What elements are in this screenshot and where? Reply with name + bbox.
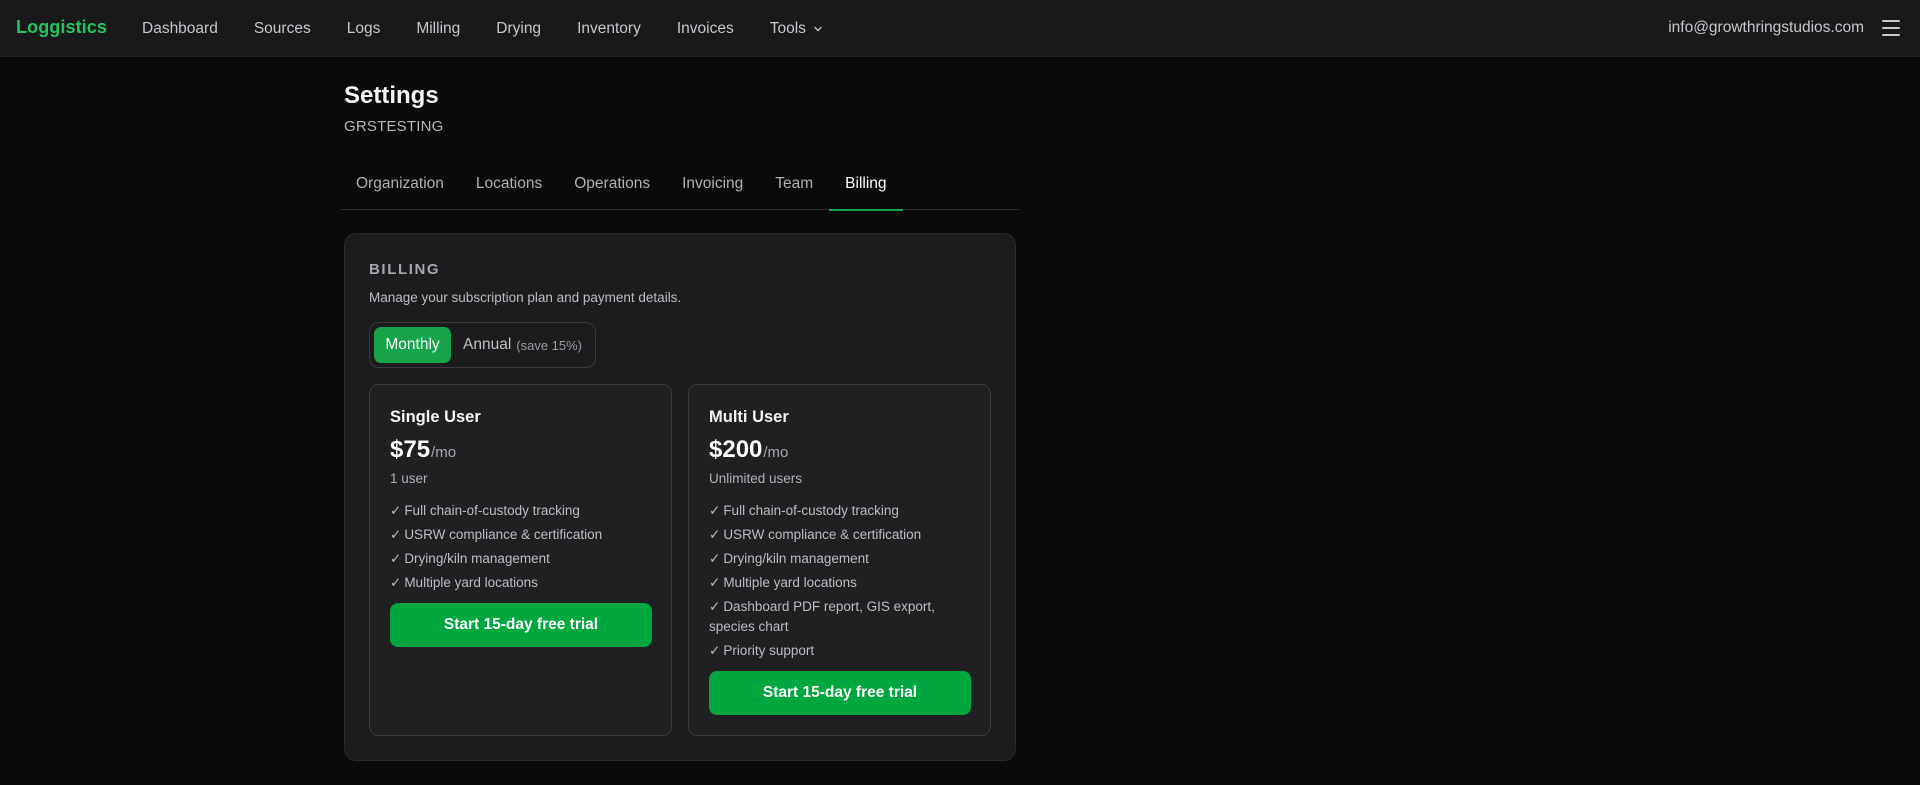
billing-description: Manage your subscription plan and paymen… — [369, 290, 682, 305]
feature-item: ✓ Drying/kiln management — [390, 551, 550, 566]
feature-item: ✓ Full chain-of-custody tracking — [709, 503, 899, 518]
feature-item: ✓ Priority support — [709, 643, 815, 658]
check-icon: ✓ — [709, 643, 721, 658]
nav-tools-label: Tools — [769, 19, 806, 37]
tab-locations[interactable]: Locations — [460, 162, 558, 210]
top-navbar: Loggistics Dashboard Sources Logs Millin… — [0, 0, 1920, 57]
start-trial-button-single-user[interactable]: Start 15-day free trial — [390, 603, 652, 647]
nav-dashboard[interactable]: Dashboard — [142, 20, 218, 38]
check-icon: ✓ — [709, 551, 721, 566]
billing-period-toggle: Monthly Annual (save 15%) — [369, 322, 596, 368]
feature-item: ✓ Multiple yard locations — [390, 575, 538, 590]
check-icon: ✓ — [709, 599, 721, 614]
plan-price: $200 /mo — [709, 436, 788, 464]
nav-inventory[interactable]: Inventory — [577, 20, 641, 38]
check-icon: ✓ — [709, 527, 721, 542]
hamburger-menu-icon[interactable] — [1882, 20, 1900, 36]
feature-item: ✓ Full chain-of-custody tracking — [390, 503, 580, 518]
organization-name: GRSTESTING — [344, 118, 444, 135]
price-period: /mo — [431, 444, 457, 461]
plan-card-single-user: Single User $75 /mo 1 user ✓ Full chain-o… — [369, 384, 672, 736]
check-icon: ✓ — [390, 527, 402, 542]
tab-billing[interactable]: Billing — [829, 162, 903, 211]
settings-tabs: Organization Locations Operations Invoic… — [340, 162, 1019, 211]
user-email[interactable]: info@growthringstudios.com — [1668, 19, 1864, 37]
feature-item: ✓ Dashboard PDF report, GIS export, speci… — [709, 599, 935, 634]
nav-logs[interactable]: Logs — [347, 20, 381, 38]
annual-savings-note: (save 15%) — [516, 337, 583, 353]
price-amount: $75 — [390, 436, 431, 463]
start-trial-button-multi-user[interactable]: Start 15-day free trial — [709, 671, 971, 715]
plan-feature-list: ✓ Full chain-of-custody tracking ✓ USRW co… — [709, 501, 969, 665]
chevron-down-icon — [814, 26, 822, 31]
page-title: Settings — [344, 82, 439, 109]
nav-sources[interactable]: Sources — [254, 20, 311, 38]
tab-organization[interactable]: Organization — [340, 162, 460, 210]
plan-price: $75 /mo — [390, 436, 456, 464]
check-icon: ✓ — [709, 575, 721, 590]
billing-panel: BILLING Manage your subscription plan an… — [344, 233, 1016, 761]
brand-logo[interactable]: Loggistics — [16, 17, 107, 38]
plan-user-count: 1 user — [390, 471, 428, 486]
feature-item: ✓ Multiple yard locations — [709, 575, 857, 590]
annual-toggle-button[interactable]: Annual (save 15%) — [451, 327, 582, 363]
plan-feature-list: ✓ Full chain-of-custody tracking ✓ USRW co… — [390, 501, 650, 597]
tab-operations[interactable]: Operations — [558, 162, 666, 210]
check-icon: ✓ — [390, 503, 402, 518]
check-icon: ✓ — [709, 503, 721, 518]
plan-name: Single User — [390, 408, 481, 426]
monthly-toggle-button[interactable]: Monthly — [374, 327, 451, 363]
check-icon: ✓ — [390, 575, 402, 590]
tab-invoicing[interactable]: Invoicing — [666, 162, 759, 210]
check-icon: ✓ — [390, 551, 402, 566]
nav-milling[interactable]: Milling — [416, 20, 460, 38]
price-amount: $200 — [709, 436, 763, 463]
nav-tools-dropdown[interactable]: Tools — [770, 20, 823, 38]
nav-invoices[interactable]: Invoices — [677, 20, 734, 38]
plan-user-count: Unlimited users — [709, 471, 803, 486]
price-period: /mo — [763, 444, 789, 461]
tab-team[interactable]: Team — [759, 162, 829, 210]
plan-card-multi-user: Multi User $200 /mo Unlimited users ✓ Ful… — [688, 384, 991, 736]
nav-drying[interactable]: Drying — [496, 20, 541, 38]
feature-item: ✓ USRW compliance & certification — [390, 527, 603, 542]
billing-heading: BILLING — [369, 261, 441, 278]
feature-item: ✓ USRW compliance & certification — [709, 527, 922, 542]
annual-label: Annual — [463, 336, 512, 353]
plan-name: Multi User — [709, 408, 789, 426]
feature-item: ✓ Drying/kiln management — [709, 551, 869, 566]
main-nav: Dashboard Sources Logs Milling Drying In… — [142, 0, 823, 57]
